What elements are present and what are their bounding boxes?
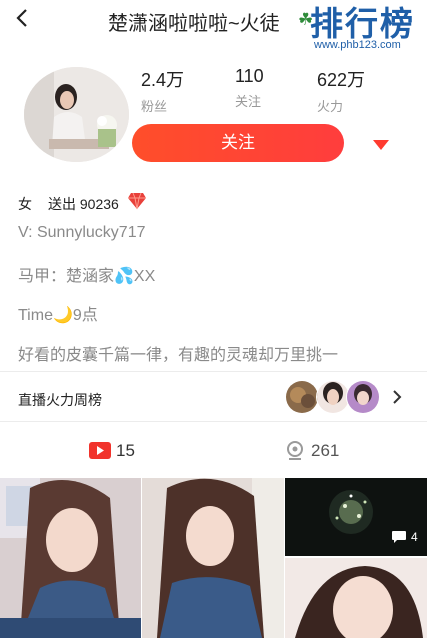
video-thumbnail[interactable] (142, 478, 284, 638)
divider (0, 371, 427, 372)
comment-count: 4 (411, 530, 418, 544)
stat-firepower[interactable]: 622万 火力 (317, 66, 365, 115)
stat-value: 2.4万 (141, 70, 185, 90)
dropdown-triangle-icon[interactable] (372, 138, 390, 150)
follow-button[interactable]: 关注 (132, 124, 344, 162)
chevron-left-icon[interactable] (12, 6, 34, 30)
gifts-sent-text: 送出 90236 (48, 196, 119, 212)
gender-text: 女 (18, 196, 32, 212)
page-title: 楚潇涵啦啦啦~火徒 (108, 13, 280, 35)
bio-line: V: Sunnylucky717 (18, 224, 146, 241)
stat-value: 110 (235, 66, 264, 86)
ranking-label: 直播火力周榜 (18, 392, 102, 408)
watermark-logo: 排行榜 www.phb123.com (296, 0, 427, 58)
bio-line: 马甲：楚涵家💦XX (18, 268, 156, 285)
chevron-right-icon (392, 389, 402, 405)
stat-label: 火力 (317, 99, 344, 114)
stat-label: 粉丝 (141, 99, 168, 114)
gem-icon (127, 192, 147, 210)
location-pin-icon (286, 441, 304, 461)
watermark-url: www.phb123.com (314, 39, 401, 51)
stat-label: 关注 (235, 94, 262, 109)
bio-line: 好看的皮囊千篇一律，有趣的灵魂却万里挑一 (18, 347, 339, 364)
divider (0, 421, 427, 422)
stat-fans[interactable]: 2.4万 粉丝 (141, 66, 184, 115)
avatar[interactable] (24, 67, 129, 162)
location-count: 261 (311, 441, 340, 460)
video-thumbnail[interactable] (285, 478, 427, 556)
ranking-avatar (285, 380, 319, 414)
stat-following[interactable]: 110 关注 (235, 66, 264, 110)
comment-bubble-icon (391, 530, 407, 544)
video-thumbnail[interactable] (0, 478, 141, 638)
bio-line: Time🌙9点 (18, 307, 98, 324)
videos-count: 15 (116, 441, 135, 460)
play-video-icon (89, 442, 111, 459)
ranking-avatar (316, 380, 350, 414)
video-thumbnail[interactable] (285, 558, 427, 638)
stat-value: 622万 (317, 70, 366, 90)
ranking-avatar (346, 380, 380, 414)
